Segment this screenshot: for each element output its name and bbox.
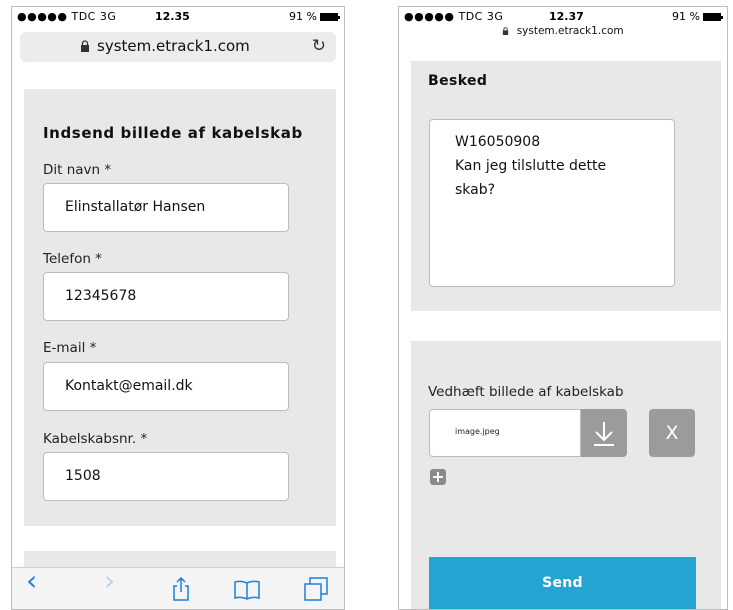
battery-percent: 91 % — [289, 10, 317, 23]
form-title: Indsend billede af kabelskab — [43, 124, 303, 142]
right-phone-screen: ●●●●● TDC 3G 12.37 91 % system.etrack1.c… — [398, 6, 728, 610]
download-icon — [594, 422, 614, 446]
battery-icon — [320, 12, 340, 21]
cabinet-number-input[interactable]: 1508 — [43, 452, 289, 501]
reload-icon[interactable]: ↻ — [312, 36, 326, 56]
clear-file-button[interactable]: X — [649, 409, 695, 457]
battery-indicator: 91 % — [289, 10, 340, 23]
name-label: Dit navn * — [43, 162, 112, 178]
status-bar: ●●●●● TDC 3G 12.37 91 % — [399, 7, 727, 25]
back-button[interactable]: ‹ — [26, 567, 37, 595]
address-bar[interactable]: system.etrack1.com — [399, 25, 727, 37]
address-bar[interactable]: system.etrack1.com ↻ — [20, 32, 336, 62]
file-name-field[interactable]: image.jpeg — [429, 409, 581, 457]
status-bar: ●●●●● TDC 3G 12.35 91 % — [12, 7, 344, 25]
phone-label: Telefon * — [43, 251, 102, 267]
message-line: W16050908 — [455, 134, 541, 150]
bookmarks-icon[interactable] — [234, 580, 260, 600]
message-line: skab? — [455, 182, 496, 198]
battery-icon — [703, 12, 723, 21]
add-attachment-button[interactable]: + — [430, 469, 446, 485]
email-label: E-mail * — [43, 340, 97, 356]
name-input[interactable]: Elinstallatør Hansen — [43, 183, 289, 232]
address-url: system.etrack1.com — [97, 37, 250, 55]
message-line: Kan jeg tilslutte dette — [455, 158, 607, 174]
battery-indicator: 91 % — [672, 10, 723, 23]
lock-icon — [503, 27, 509, 35]
tabs-icon[interactable] — [304, 577, 328, 601]
carrier-signal: ●●●●● TDC 3G — [17, 10, 117, 23]
attachment-label: Vedhæft billede af kabelskab — [428, 384, 624, 400]
clock: 12.35 — [155, 10, 190, 23]
message-label: Besked — [428, 73, 488, 89]
battery-percent: 91 % — [672, 10, 700, 23]
message-textarea[interactable]: W16050908 Kan jeg tilslutte dette skab? — [429, 119, 675, 287]
cabinet-number-label: Kabelskabsnr. * — [43, 431, 148, 447]
clock: 12.37 — [549, 10, 584, 23]
left-phone-screen: ●●●●● TDC 3G 12.35 91 % system.etrack1.c… — [11, 6, 345, 610]
upload-button[interactable] — [581, 409, 627, 457]
address-url: system.etrack1.com — [516, 25, 624, 37]
forward-button[interactable]: › — [104, 567, 115, 595]
lock-icon — [81, 40, 89, 52]
send-button[interactable]: Send — [429, 557, 696, 609]
phone-input[interactable]: 12345678 — [43, 272, 289, 321]
email-input[interactable]: Kontakt@email.dk — [43, 362, 289, 411]
share-icon[interactable] — [171, 577, 191, 601]
carrier-signal: ●●●●● TDC 3G — [404, 10, 504, 23]
browser-toolbar: ‹ › — [12, 567, 344, 609]
